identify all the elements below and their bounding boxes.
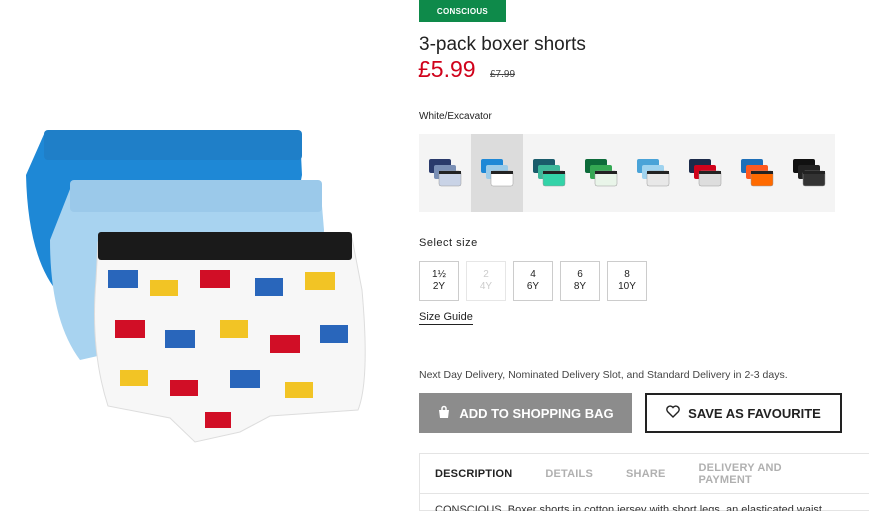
size-option-years: 10Y	[618, 281, 636, 292]
delivery-info: Next Day Delivery, Nominated Delivery Sl…	[419, 369, 788, 381]
size-label: Select size	[419, 237, 478, 249]
product-price: £5.99	[418, 56, 476, 82]
color-swatch-excavator-print-pack[interactable]	[471, 134, 523, 212]
size-option-age: 4	[530, 269, 536, 280]
size-option[interactable]: 1½ 2Y	[419, 261, 459, 301]
product-description: CONSCIOUS. Boxer shorts in cotton jersey…	[435, 504, 822, 511]
color-swatch-dark-blue-striped-pack[interactable]	[419, 134, 471, 212]
product-info-panel: DESCRIPTION DETAILS SHARE DELIVERY AND PAYM…	[419, 453, 869, 511]
tab-share[interactable]: SHARE	[626, 468, 666, 480]
save-favourite-button[interactable]: SAVE AS FAVOURITE	[645, 393, 842, 433]
size-option-years: 6Y	[526, 281, 540, 292]
add-to-bag-button[interactable]: ADD TO SHOPPING BAG	[419, 393, 632, 433]
product-info-tabs: DESCRIPTION DETAILS SHARE DELIVERY AND PAYM…	[420, 454, 869, 494]
heart-icon	[666, 405, 680, 421]
color-swatch-black-pack[interactable]	[783, 134, 835, 212]
tab-delivery-and-payment[interactable]: DELIVERY AND PAYMENT	[699, 462, 836, 486]
size-option-age: 2	[483, 269, 489, 280]
size-option-age: 1½	[432, 269, 446, 280]
product-title: 3-pack boxer shorts	[419, 34, 586, 55]
dark-blue-striped-pack-icon	[429, 159, 462, 187]
red-navy-pack-icon	[689, 159, 722, 187]
original-price: £7.99	[490, 69, 516, 80]
size-option-age: 8	[624, 269, 630, 280]
light-blue-pack-icon	[637, 159, 670, 187]
color-swatch-light-blue-pack[interactable]	[627, 134, 679, 212]
size-options: 1½ 2Y 2 4Y 4 6Y 6 8Y 8 10Y	[419, 261, 647, 301]
size-option-age: 6	[577, 269, 583, 280]
size-guide-link[interactable]: Size Guide	[419, 311, 473, 325]
shopping-bag-icon	[437, 405, 451, 422]
size-option[interactable]: 4 6Y	[513, 261, 553, 301]
size-option-years: 8Y	[573, 281, 587, 292]
orange-pack-icon	[741, 159, 774, 187]
size-option-years: 4Y	[479, 281, 493, 292]
white-excavator-boxer	[94, 232, 366, 443]
add-to-bag-label: ADD TO SHOPPING BAG	[459, 405, 614, 421]
product-image[interactable]	[20, 120, 390, 450]
size-option[interactable]: 2 4Y	[466, 261, 506, 301]
color-swatch-red-navy-pack[interactable]	[679, 134, 731, 212]
size-option[interactable]: 8 10Y	[607, 261, 647, 301]
excavator-print-pack-icon	[481, 159, 514, 187]
color-swatch-orange-pack[interactable]	[731, 134, 783, 212]
tab-description[interactable]: DESCRIPTION	[435, 468, 512, 480]
selected-color-label: White/Excavator	[419, 111, 492, 122]
green-pack-icon	[585, 159, 618, 187]
black-pack-icon	[793, 159, 826, 187]
size-option-years: 2Y	[432, 281, 446, 292]
size-option[interactable]: 6 8Y	[560, 261, 600, 301]
color-swatch-green-pack[interactable]	[575, 134, 627, 212]
color-swatch-turquoise-pack[interactable]	[523, 134, 575, 212]
color-swatches	[419, 134, 835, 212]
turquoise-pack-icon	[533, 159, 566, 187]
tab-details[interactable]: DETAILS	[545, 468, 593, 480]
conscious-badge: CONSCIOUS	[419, 0, 506, 22]
save-favourite-label: SAVE AS FAVOURITE	[688, 405, 821, 421]
